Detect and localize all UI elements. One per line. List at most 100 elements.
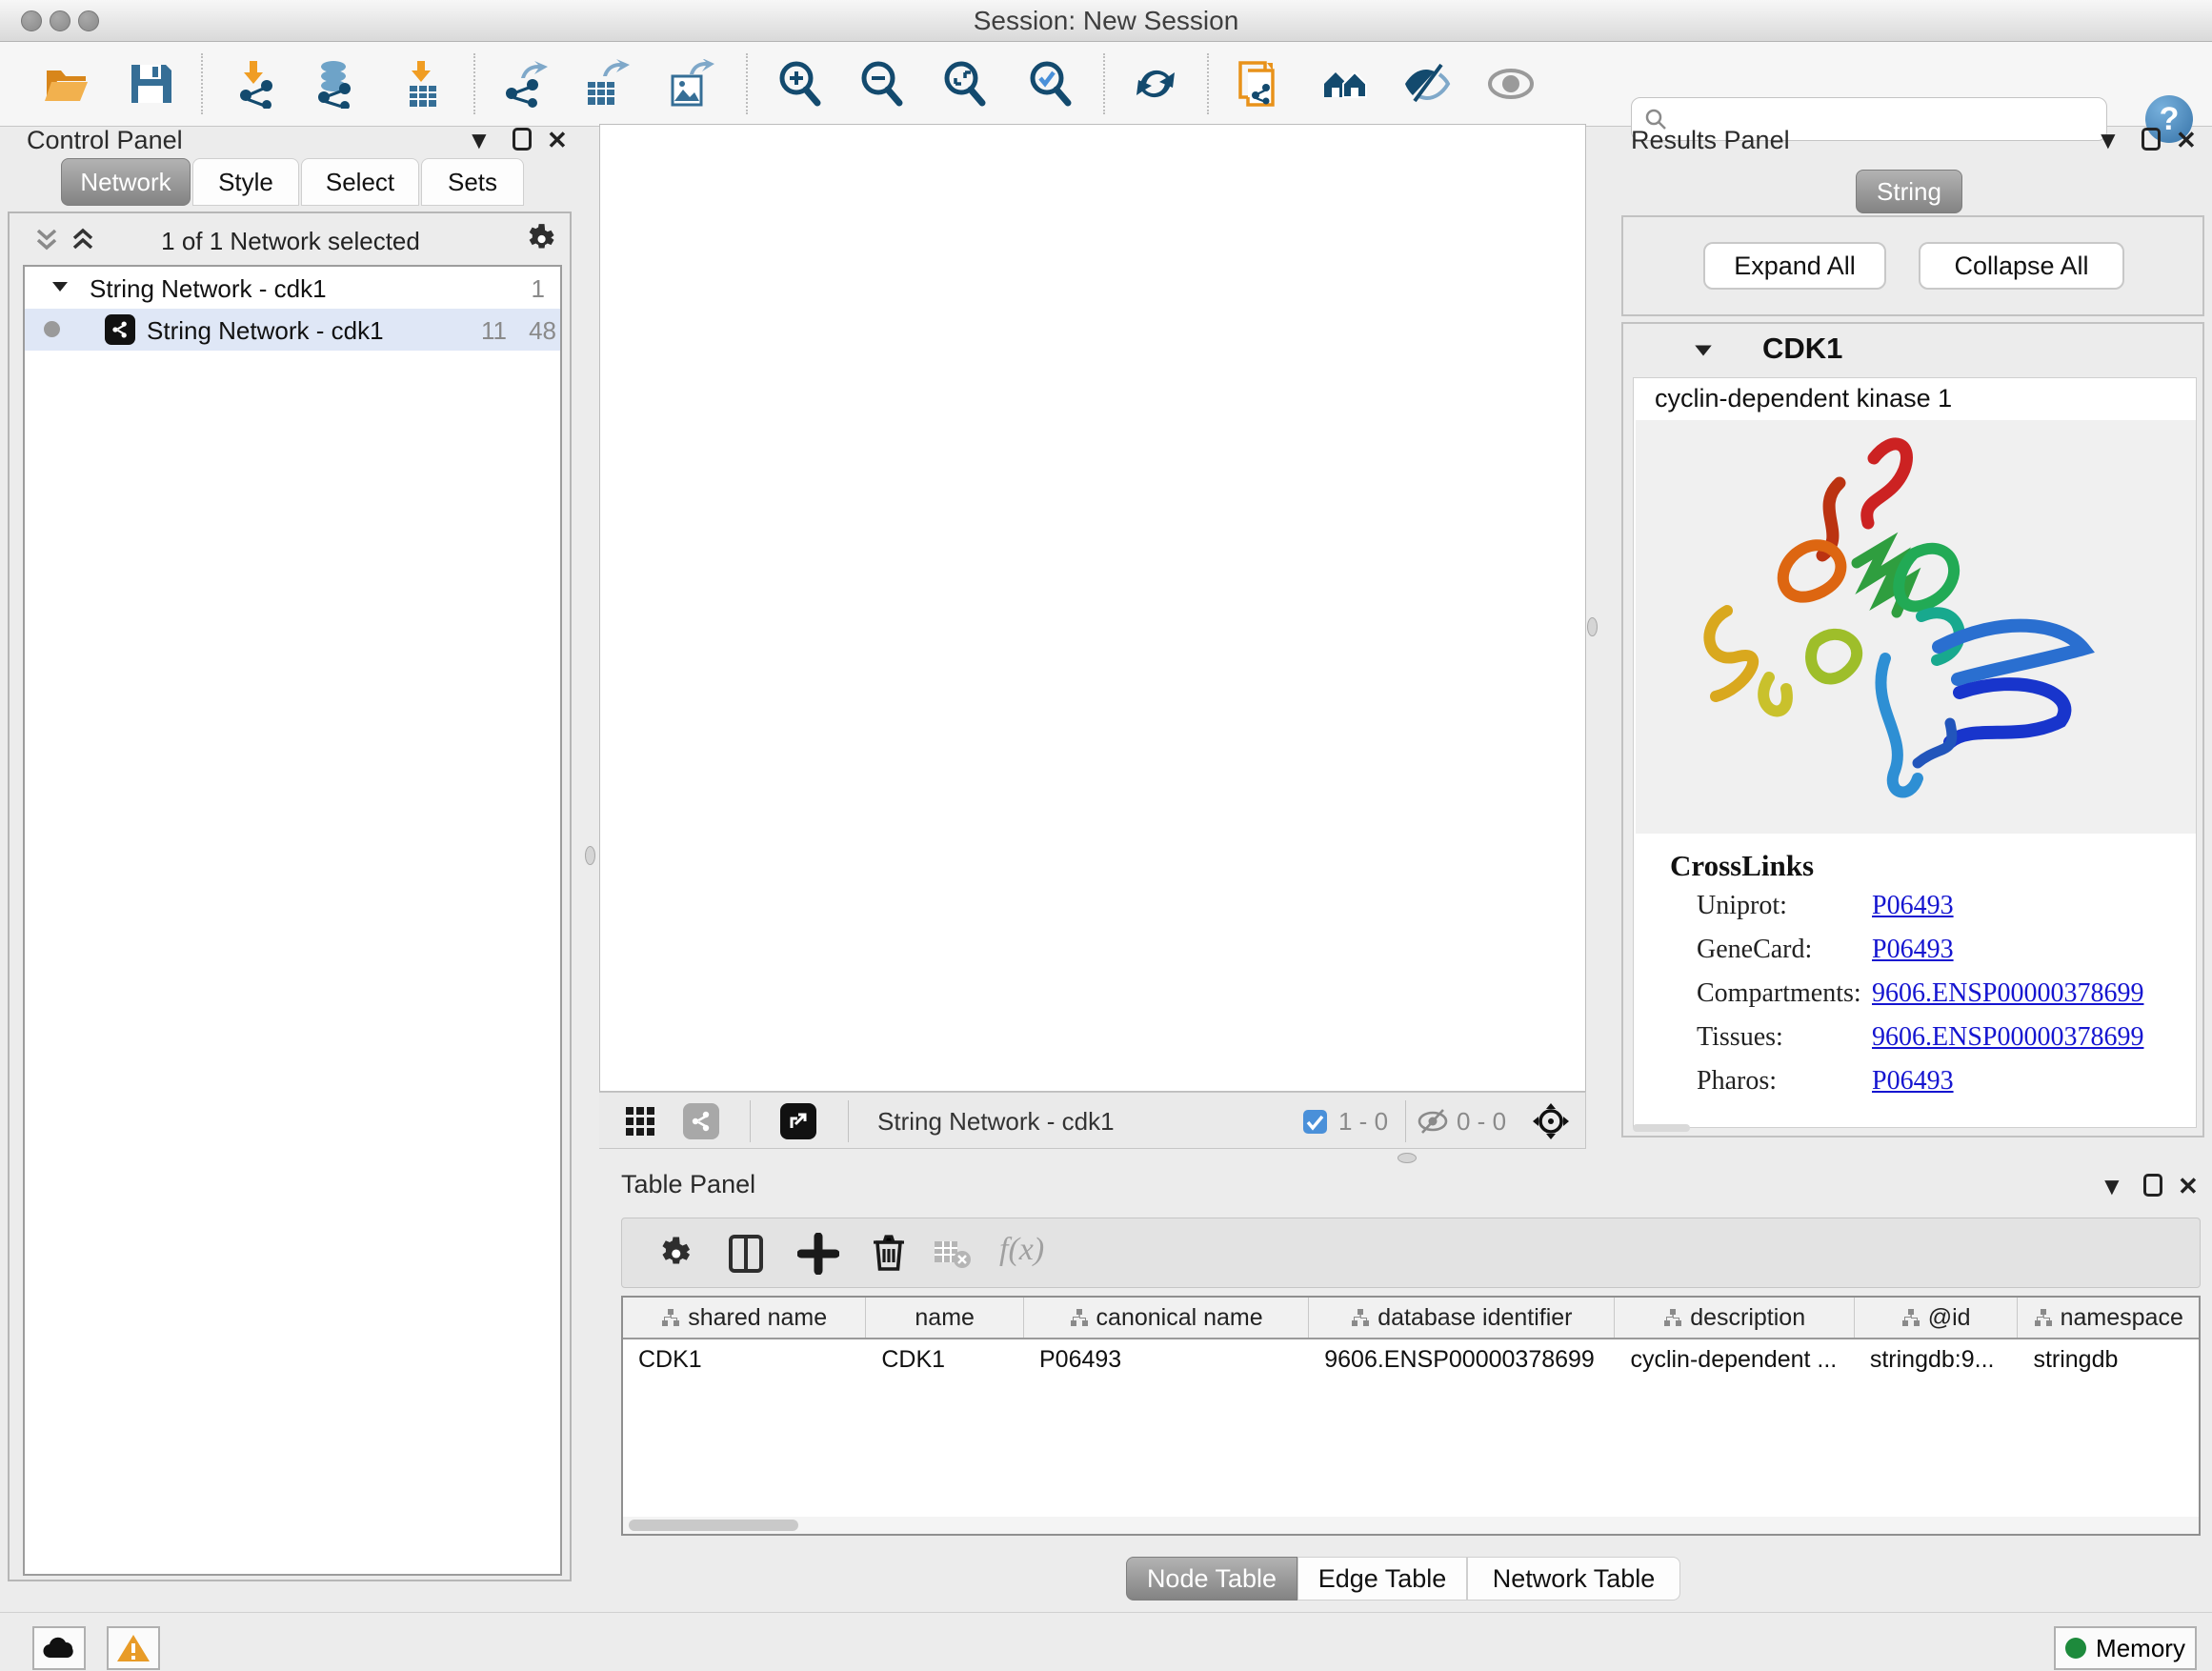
- tab-edge-table[interactable]: Edge Table: [1297, 1557, 1467, 1601]
- zoom-selected-icon[interactable]: [1024, 57, 1077, 111]
- results-panel-close-icon[interactable]: ✕: [2176, 128, 2197, 152]
- gene-collapse-icon[interactable]: [1692, 339, 1715, 367]
- open-in-window-icon[interactable]: [780, 1103, 816, 1139]
- crosslink-label: Pharos:: [1697, 1066, 1777, 1097]
- network-options-gear-icon[interactable]: [522, 221, 558, 262]
- apply-layout-icon[interactable]: [1129, 57, 1182, 111]
- show-all-icon[interactable]: [1484, 57, 1538, 111]
- tab-node-table[interactable]: Node Table: [1126, 1557, 1297, 1601]
- tab-network-table[interactable]: Network Table: [1467, 1557, 1680, 1601]
- selected-checkbox-icon[interactable]: [1302, 1109, 1328, 1139]
- control-panel-menu-icon[interactable]: ▼: [467, 128, 492, 152]
- title-bar: Session: New Session: [0, 0, 2212, 42]
- column-header-namespace[interactable]: namespace: [2018, 1298, 2199, 1338]
- crosslink-label: Uniprot:: [1697, 891, 1787, 921]
- memory-button[interactable]: Memory: [2054, 1626, 2197, 1670]
- results-panel-float-icon[interactable]: [2142, 128, 2161, 151]
- column-header-name[interactable]: name: [866, 1298, 1024, 1338]
- add-column-icon[interactable]: [797, 1233, 839, 1279]
- table-panel-menu-icon[interactable]: ▼: [2100, 1174, 2124, 1198]
- toolbar-separator: [1103, 53, 1105, 114]
- crosslink-value-tissues[interactable]: 9606.ENSP00000378699: [1872, 1022, 2143, 1053]
- save-session-icon[interactable]: [124, 57, 177, 111]
- cloud-status-button[interactable]: [32, 1626, 86, 1670]
- zoom-in-icon[interactable]: [774, 57, 827, 111]
- export-network-icon[interactable]: [498, 57, 552, 111]
- crosslink-value-genecard[interactable]: P06493: [1872, 935, 1954, 965]
- export-table-icon[interactable]: [578, 57, 632, 111]
- column-network-icon: [1070, 1308, 1089, 1327]
- control-panel-float-icon[interactable]: [513, 128, 532, 151]
- control-panel-close-icon[interactable]: ✕: [547, 128, 568, 152]
- collection-expand-icon[interactable]: [50, 276, 70, 302]
- table-row[interactable]: CDK1 CDK1 P06493 9606.ENSP00000378699 cy…: [623, 1339, 2199, 1379]
- home-networks-icon[interactable]: [1318, 57, 1372, 111]
- window-title: Session: New Session: [0, 0, 2212, 42]
- zoom-fit-icon[interactable]: [938, 57, 992, 111]
- column-header-shared-name[interactable]: shared name: [623, 1298, 866, 1338]
- crosslink-value-compartments[interactable]: 9606.ENSP00000378699: [1872, 978, 2143, 1009]
- export-image-icon[interactable]: [663, 57, 716, 111]
- expand-all-button[interactable]: Expand All: [1703, 242, 1886, 290]
- table-header-row: shared name name canonical name database…: [623, 1298, 2199, 1339]
- tab-network[interactable]: Network: [61, 158, 191, 206]
- birdseye-grid-icon[interactable]: [624, 1105, 656, 1142]
- column-header-id[interactable]: @id: [1855, 1298, 2019, 1338]
- column-header-database-identifier[interactable]: database identifier: [1309, 1298, 1615, 1338]
- network-collection-row[interactable]: String Network - cdk1 1: [25, 267, 560, 309]
- left-splitter-grip[interactable]: [585, 846, 595, 865]
- node-table: shared name name canonical name database…: [621, 1296, 2201, 1536]
- right-splitter-grip[interactable]: [1587, 617, 1598, 636]
- network-canvas[interactable]: [599, 124, 1586, 1092]
- crosslink-label: GeneCard:: [1697, 935, 1812, 965]
- column-network-icon: [2034, 1308, 2053, 1327]
- open-session-icon[interactable]: [40, 57, 93, 111]
- import-network-database-icon[interactable]: [309, 57, 362, 111]
- column-network-icon: [1663, 1308, 1682, 1327]
- toolbar-separator: [201, 53, 203, 114]
- crosslink-value-pharos[interactable]: P06493: [1872, 1066, 1954, 1097]
- expand-all-networks-icon[interactable]: [69, 223, 97, 260]
- table-hscrollbar-thumb[interactable]: [629, 1520, 798, 1531]
- results-scrollbar-stub[interactable]: [1633, 1124, 1690, 1132]
- table-gear-icon[interactable]: [654, 1234, 694, 1278]
- table-panel-float-icon[interactable]: [2143, 1174, 2162, 1197]
- gene-details-body: cyclin-dependent kinase 1: [1633, 377, 2197, 1128]
- tab-string-results[interactable]: String: [1856, 170, 1962, 213]
- network-node-count: 11: [463, 316, 507, 346]
- import-network-file-icon[interactable]: [231, 57, 284, 111]
- string-view-icon[interactable]: [683, 1103, 719, 1139]
- crosslinks-heading: CrossLinks: [1670, 849, 1814, 883]
- tab-select[interactable]: Select: [301, 158, 419, 206]
- column-header-description[interactable]: description: [1615, 1298, 1854, 1338]
- memory-status-dot: [2065, 1638, 2086, 1659]
- network-edge-count: 48: [513, 316, 556, 346]
- crosslink-label: Tissues:: [1697, 1022, 1783, 1053]
- table-panel-title: Table Panel: [621, 1170, 755, 1199]
- import-table-file-icon[interactable]: [396, 57, 450, 111]
- delete-column-icon[interactable]: [868, 1231, 910, 1278]
- column-network-icon: [661, 1308, 680, 1327]
- results-panel-menu-icon[interactable]: ▼: [2096, 128, 2121, 152]
- cloud-icon: [41, 1635, 77, 1661]
- tab-style[interactable]: Style: [192, 158, 299, 206]
- warning-status-button[interactable]: [107, 1626, 160, 1670]
- bottom-splitter-grip[interactable]: [1398, 1153, 1417, 1163]
- fit-content-crosshair-icon[interactable]: [1531, 1101, 1571, 1146]
- column-header-canonical-name[interactable]: canonical name: [1024, 1298, 1309, 1338]
- zoom-out-icon[interactable]: [855, 57, 909, 111]
- selected-count: 1 - 0: [1338, 1093, 1388, 1150]
- clone-network-icon[interactable]: [1233, 57, 1286, 111]
- collapse-all-networks-icon[interactable]: [32, 223, 61, 260]
- network-row-selected[interactable]: String Network - cdk1 11 48: [25, 309, 560, 351]
- tab-sets[interactable]: Sets: [421, 158, 524, 206]
- crosslink-value-uniprot[interactable]: P06493: [1872, 891, 1954, 921]
- memory-label: Memory: [2096, 1634, 2185, 1663]
- show-columns-icon[interactable]: [725, 1233, 767, 1279]
- gene-details-box: CDK1 cyclin-dependent kinase 1: [1621, 322, 2204, 1137]
- hide-selected-icon[interactable]: [1399, 57, 1453, 111]
- table-panel-close-icon[interactable]: ✕: [2178, 1174, 2199, 1198]
- collapse-all-button[interactable]: Collapse All: [1919, 242, 2124, 290]
- table-hscrollbar[interactable]: [623, 1517, 2199, 1534]
- string-network-icon: [105, 314, 135, 345]
